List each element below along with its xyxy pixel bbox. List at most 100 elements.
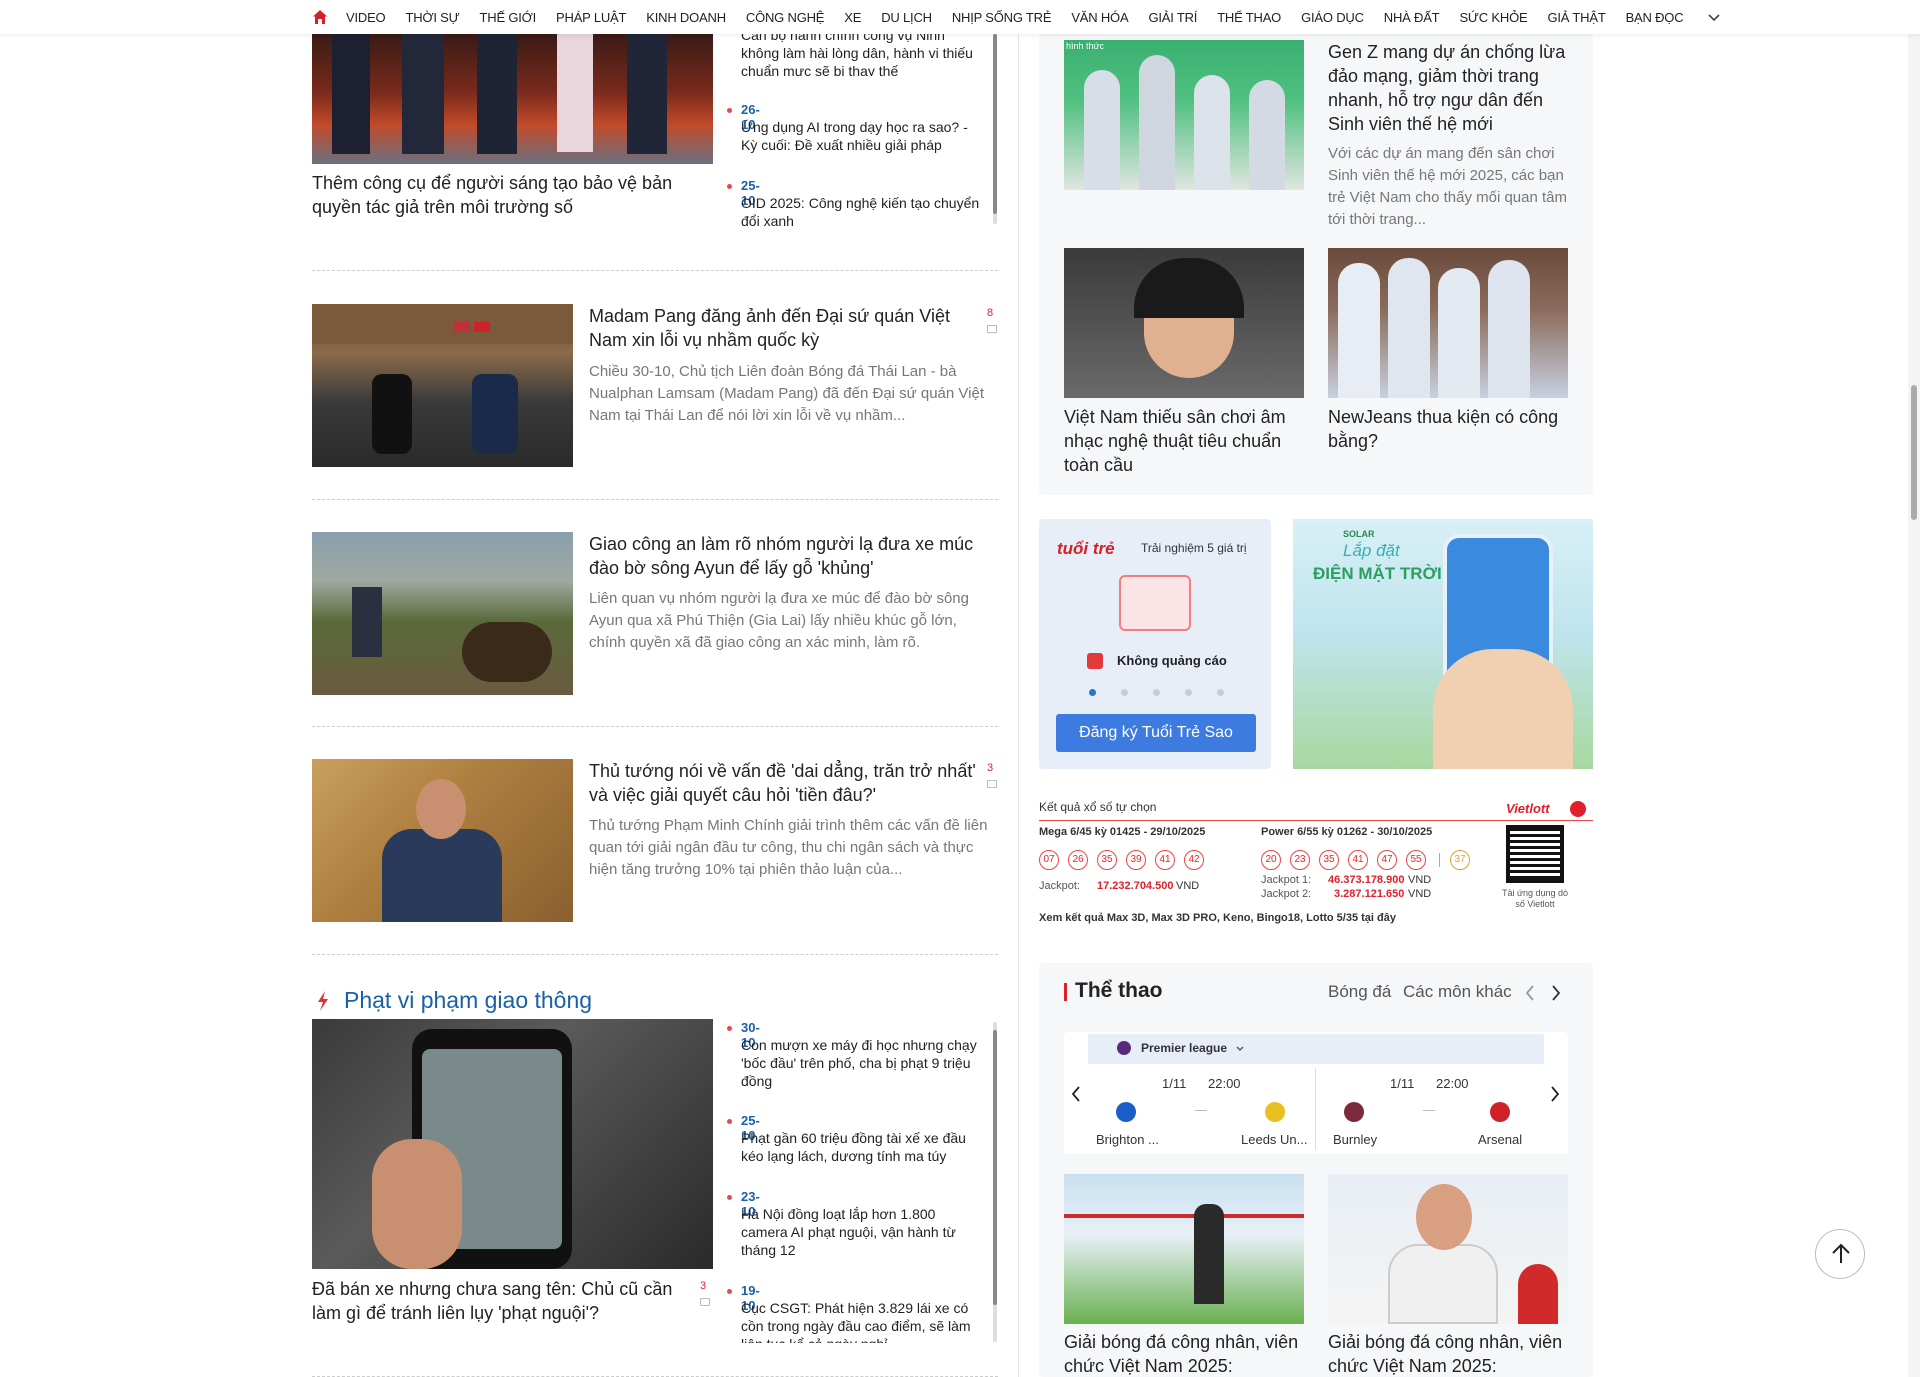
home-icon[interactable] [312, 9, 328, 25]
article-title[interactable]: Giao công an làm rõ nhóm người lạ đưa xe… [589, 532, 989, 580]
carousel-dot[interactable] [1217, 689, 1224, 696]
nav-item-suc-khoe[interactable]: SỨC KHỎE [1459, 10, 1527, 25]
vietlott-logo-icon [1570, 801, 1586, 817]
match-date: 1/11 [1390, 1076, 1415, 1091]
nav-item-cong-nghe[interactable]: CÔNG NGHỆ [746, 10, 825, 25]
article-image[interactable] [1328, 248, 1568, 398]
nav-item-thoi-su[interactable]: THỜI SỰ [405, 10, 459, 25]
sports-article-title[interactable]: Giải bóng đá công nhân, viên chức Việt N… [1328, 1330, 1568, 1377]
timeline-scroll-thumb[interactable] [993, 34, 997, 214]
subscribe-button[interactable]: Đăng ký Tuổi Trẻ Sao [1056, 714, 1256, 752]
carousel-dot[interactable] [1153, 689, 1160, 696]
timeline-dot [727, 1119, 732, 1124]
chevron-down-icon[interactable] [1235, 1044, 1245, 1054]
article-title[interactable]: Việt Nam thiếu sân chơi âm nhạc nghệ thu… [1064, 405, 1304, 477]
qr-caption: Tải ứng dụng dò số Vietlott [1501, 888, 1569, 909]
comment-icon[interactable] [700, 1298, 710, 1306]
nav-item-van-hoa[interactable]: VĂN HÓA [1071, 10, 1128, 25]
comment-icon[interactable] [987, 780, 997, 788]
match-card[interactable]: 1/11 22:00 Brighton ... Leeds Un... [1088, 1066, 1314, 1152]
back-to-top-button[interactable] [1815, 1229, 1865, 1279]
nav-item-giai-tri[interactable]: GIẢI TRÍ [1148, 10, 1197, 25]
top-article-title[interactable]: Thêm công cụ để người sáng tạo bảo vệ bả… [312, 171, 712, 219]
match-vs [1195, 1110, 1207, 1111]
chevron-left-icon[interactable] [1070, 1085, 1082, 1103]
page-scroll-thumb[interactable] [1911, 385, 1917, 520]
promo-tagline: Trải nghiệm 5 giá trị [1141, 541, 1247, 555]
genz-title[interactable]: Gen Z mang dự án chống lừa đảo mạng, giả… [1328, 40, 1568, 136]
comment-count[interactable]: 8 [987, 307, 993, 319]
nav-item-du-lich[interactable]: DU LỊCH [881, 10, 932, 25]
lotto-ball: 20 [1261, 850, 1281, 870]
timeline-text[interactable]: Hà Nội đồng loạt lắp hơn 1.800 camera AI… [741, 1205, 981, 1259]
timeline-text[interactable]: OID 2025: Công nghệ kiến tạo chuyển đổi … [741, 194, 981, 230]
sports-article-image[interactable] [1328, 1174, 1568, 1324]
away-team: Arsenal [1478, 1132, 1523, 1147]
nav-item-the-gioi[interactable]: THẾ GIỚI [480, 10, 537, 25]
separator [312, 726, 998, 727]
chevron-left-icon[interactable] [1524, 984, 1536, 1002]
chevron-right-icon[interactable] [1549, 1085, 1561, 1103]
timeline-text[interactable]: Con mượn xe máy đi học nhưng chạy 'bốc đ… [741, 1036, 981, 1090]
lotto-ball: 35 [1319, 850, 1339, 870]
comment-icon[interactable] [987, 325, 997, 333]
nav-item-gia-that[interactable]: GIẢ THẬT [1547, 10, 1605, 25]
lotto-ball: 42 [1184, 850, 1204, 870]
nav-item-phap-luat[interactable]: PHÁP LUẬT [556, 10, 626, 25]
sports-heading[interactable]: Thể thao [1075, 979, 1163, 1003]
league-selector[interactable]: Premier league [1141, 1041, 1227, 1055]
sports-article-title[interactable]: Giải bóng đá công nhân, viên chức Việt N… [1064, 1330, 1304, 1377]
promo-brand: tuổi trẻ [1057, 539, 1115, 558]
chevron-down-icon[interactable] [1707, 10, 1721, 24]
nav-item-the-thao[interactable]: THỂ THAO [1217, 10, 1281, 25]
lotto-heading[interactable]: Kết quả xổ số tự chọn [1039, 800, 1156, 814]
article-title[interactable]: Thủ tướng nói về vấn đề 'dai dẳng, trăn … [589, 759, 989, 807]
nav-item-ban-doc[interactable]: BẠN ĐỌC [1626, 10, 1684, 25]
genz-image[interactable]: hình thức [1064, 40, 1304, 190]
comment-count[interactable]: 3 [700, 1280, 706, 1292]
nav-item-nhip-song-tre[interactable]: NHỊP SỐNG TRẺ [952, 10, 1052, 25]
match-card[interactable]: 1/11 22:00 Burnley Arsenal [1316, 1066, 1542, 1152]
nav-item-nha-dat[interactable]: NHÀ ĐẤT [1384, 10, 1440, 25]
timeline-dot [727, 108, 732, 113]
separator [312, 499, 998, 500]
comment-count[interactable]: 3 [987, 762, 993, 774]
traffic-main-title[interactable]: Đã bán xe nhưng chưa sang tên: Chủ cũ cầ… [312, 1277, 692, 1325]
nav-item-giao-duc[interactable]: GIÁO DỤC [1301, 10, 1364, 25]
tab-football[interactable]: Bóng đá [1328, 982, 1391, 1002]
article-image[interactable] [312, 532, 573, 695]
section-heading[interactable]: Phạt vi phạm giao thông [344, 987, 592, 1014]
nav-item-xe[interactable]: XE [844, 10, 861, 25]
solar-brand: SOLAR [1343, 529, 1375, 539]
carousel-dot[interactable] [1089, 689, 1096, 696]
carousel-dot[interactable] [1121, 689, 1128, 696]
article-title[interactable]: NewJeans thua kiện có công bằng? [1328, 405, 1568, 453]
mega-label: Mega 6/45 kỳ 01425 - 29/10/2025 [1039, 826, 1206, 838]
lotto-ball: 39 [1126, 850, 1146, 870]
carousel-dot[interactable] [1185, 689, 1192, 696]
article-image[interactable] [312, 759, 573, 922]
lotto-more-link[interactable]: Xem kết quả Max 3D, Max 3D PRO, Keno, Bi… [1039, 912, 1396, 924]
timeline-text[interactable]: Cục CSGT: Phát hiện 3.829 lái xe có cồn … [741, 1299, 981, 1343]
timeline-text[interactable]: Phạt gần 60 triệu đồng tài xế xe đầu kéo… [741, 1129, 981, 1165]
timeline-scroll-thumb[interactable] [993, 1030, 997, 1305]
sports-article-image[interactable] [1064, 1174, 1304, 1324]
article-image[interactable] [1064, 248, 1304, 398]
tab-other-sports[interactable]: Các môn khác [1403, 982, 1512, 1002]
top-article-image[interactable] [312, 34, 713, 164]
article-image[interactable] [312, 304, 573, 467]
qr-code[interactable] [1506, 825, 1564, 883]
traffic-main-image[interactable] [312, 1019, 713, 1269]
timeline-dot [727, 184, 732, 189]
page-scrollbar[interactable] [1908, 0, 1920, 1377]
timeline-text[interactable]: Ứng dụng AI trong dạy học ra sao? - Kỳ c… [741, 118, 981, 154]
lotto-ball: 47 [1377, 850, 1397, 870]
solar-ad[interactable]: SOLAR Lắp đặt ĐIỆN MẶT TRỜI [1293, 519, 1593, 769]
lightning-icon [318, 991, 328, 1011]
article-title[interactable]: Madam Pang đăng ảnh đến Đại sứ quán Việt… [589, 304, 979, 352]
nav-item-video[interactable]: VIDEO [346, 10, 386, 25]
chevron-right-icon[interactable] [1550, 984, 1562, 1002]
currency-label: VND [1408, 874, 1432, 886]
nav-item-kinh-doanh[interactable]: KINH DOANH [646, 10, 726, 25]
vietlott-logo[interactable]: Vietlott [1506, 801, 1550, 816]
